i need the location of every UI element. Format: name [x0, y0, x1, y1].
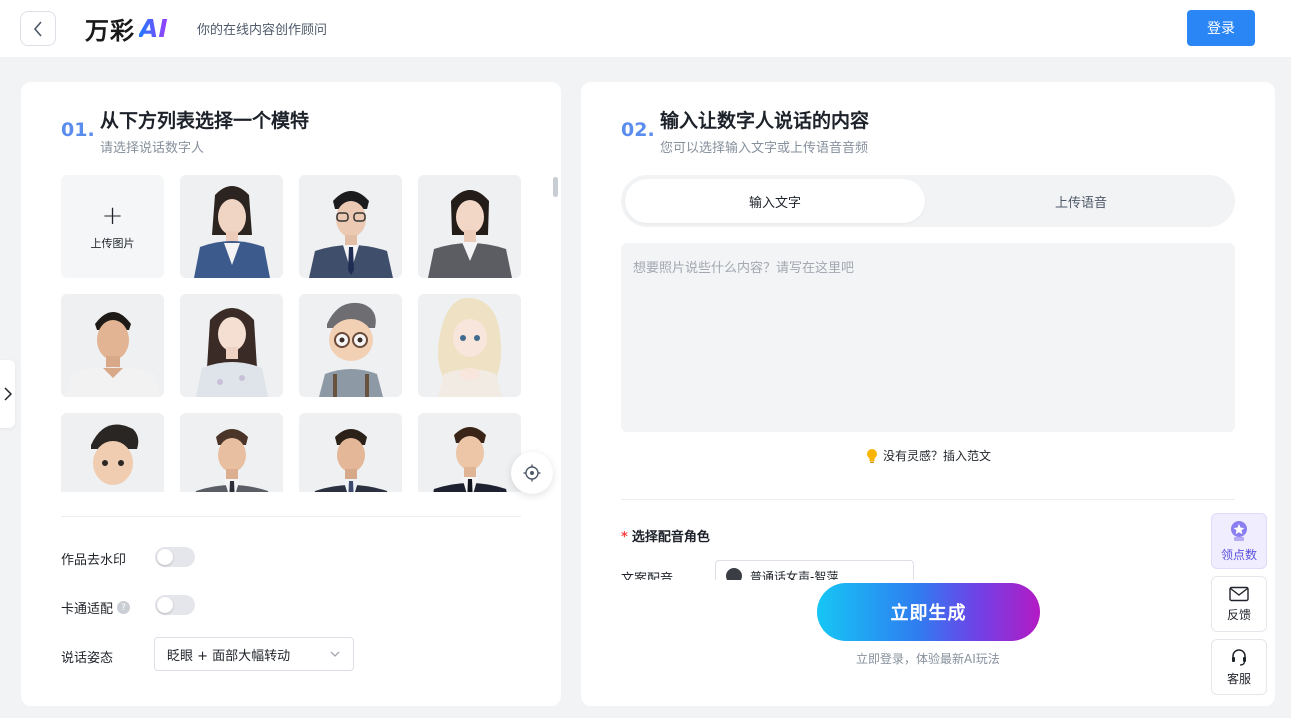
- chevron-left-icon: [33, 20, 42, 37]
- plus-icon: +: [101, 200, 124, 231]
- back-button[interactable]: [20, 11, 56, 46]
- voice-select[interactable]: 普通话女声-智萍: [715, 560, 914, 580]
- crosshair-icon: [523, 464, 541, 482]
- model-tile[interactable]: [299, 294, 402, 397]
- model-tile[interactable]: [180, 294, 283, 397]
- feedback-button[interactable]: 反馈: [1211, 576, 1267, 632]
- model-tile[interactable]: [180, 413, 283, 492]
- generate-button[interactable]: 立即生成: [817, 583, 1040, 641]
- voice-select-value: 普通话女声-智萍: [750, 570, 839, 580]
- step-number: 02.: [621, 119, 655, 141]
- model-tile[interactable]: [418, 294, 521, 397]
- voice-role-title: 选择配音角色: [631, 530, 710, 545]
- chevron-down-icon: [330, 651, 340, 657]
- logo-text: 万彩: [85, 16, 135, 45]
- model-tile[interactable]: [61, 413, 164, 492]
- login-button[interactable]: 登录: [1187, 10, 1255, 46]
- mail-icon: [1229, 586, 1249, 601]
- help-icon[interactable]: ?: [117, 601, 131, 614]
- model-portrait-icon: [180, 175, 283, 278]
- model-portrait-icon: [299, 413, 402, 492]
- locate-selected-button[interactable]: [511, 452, 553, 494]
- generate-hint: 立即登录，体验最新AI玩法: [856, 652, 1000, 666]
- step-number: 01.: [61, 119, 95, 141]
- customer-service-label: 客服: [1226, 671, 1251, 686]
- voice-avatar: [726, 568, 742, 580]
- model-tile[interactable]: [180, 175, 283, 278]
- pose-label: 说话姿态: [61, 651, 114, 666]
- model-portrait-icon: [418, 413, 521, 492]
- voice-row-label: 文案配音: [621, 572, 674, 580]
- model-portrait-icon: [418, 175, 521, 278]
- get-points-button[interactable]: 领点数: [1211, 513, 1267, 569]
- tab-input-text[interactable]: 输入文字: [625, 179, 925, 223]
- model-grid: + 上传图片: [61, 175, 521, 492]
- brand-slogan: 你的在线内容创作顾问: [197, 23, 328, 38]
- model-tile[interactable]: [299, 413, 402, 492]
- sidebar-expand-toggle[interactable]: [0, 360, 15, 428]
- feedback-label: 反馈: [1226, 607, 1251, 622]
- pose-select[interactable]: 眨眼 + 面部大幅转动: [154, 637, 354, 671]
- cartoon-label: 卡通适配: [61, 602, 114, 617]
- watermark-toggle[interactable]: [155, 547, 195, 567]
- model-portrait-icon: [180, 294, 283, 397]
- get-points-label: 领点数: [1220, 547, 1257, 562]
- step-subtitle: 请选择说话数字人: [100, 141, 205, 156]
- watermark-option: 作品去水印: [61, 549, 126, 568]
- model-tile[interactable]: [418, 175, 521, 278]
- badge-icon: [1231, 520, 1247, 541]
- model-portrait-icon: [61, 413, 164, 492]
- insert-sample-link[interactable]: 没有灵感？插入范文: [865, 447, 991, 464]
- step-title: 输入让数字人说话的内容: [660, 110, 870, 132]
- voice-role-heading: * 选择配音角色: [621, 526, 710, 545]
- model-select-panel: 01. 从下方列表选择一个模特 请选择说话数字人 + 上传图片 作品去水印 卡通…: [21, 82, 561, 706]
- model-portrait-icon: [61, 294, 164, 397]
- lightbulb-icon: [867, 448, 877, 463]
- tab-upload-audio[interactable]: 上传语音: [931, 179, 1231, 223]
- customer-service-button[interactable]: 客服: [1211, 639, 1267, 695]
- headset-icon: [1232, 648, 1246, 666]
- top-header: 万彩 AI 你的在线内容创作顾问 登录: [0, 0, 1291, 57]
- model-portrait-icon: [299, 175, 402, 278]
- logo-ai-mark: AI: [139, 13, 168, 43]
- section-divider: [621, 499, 1235, 500]
- cartoon-option: 卡通适配 ?: [61, 598, 131, 617]
- section-divider: [61, 516, 521, 517]
- model-portrait-icon: [418, 294, 521, 397]
- model-grid-scrollbar[interactable]: [553, 177, 558, 197]
- model-portrait-icon: [299, 294, 402, 397]
- required-mark: *: [621, 530, 628, 545]
- model-portrait-icon: [180, 413, 283, 492]
- model-tile[interactable]: [61, 294, 164, 397]
- insert-sample-text: 没有灵感？插入范文: [883, 449, 992, 463]
- pose-select-value: 眨眼 + 面部大幅转动: [167, 648, 291, 664]
- model-tile[interactable]: [418, 413, 521, 492]
- cartoon-toggle[interactable]: [155, 595, 195, 615]
- brand-logo[interactable]: 万彩 AI: [85, 12, 168, 45]
- speech-text-input[interactable]: [621, 243, 1235, 432]
- step-subtitle: 您可以选择输入文字或上传语音音频: [660, 141, 869, 156]
- upload-image-tile[interactable]: + 上传图片: [61, 175, 164, 278]
- chevron-right-icon: [3, 387, 12, 401]
- content-input-panel: 02. 输入让数字人说话的内容 您可以选择输入文字或上传语音音频 输入文字 上传…: [581, 82, 1275, 706]
- pose-option: 说话姿态: [61, 647, 113, 666]
- watermark-label: 作品去水印: [61, 553, 127, 568]
- input-mode-tabs: 输入文字 上传语音: [621, 175, 1235, 227]
- upload-image-label: 上传图片: [90, 236, 135, 250]
- step-title: 从下方列表选择一个模特: [100, 110, 310, 132]
- model-tile[interactable]: [299, 175, 402, 278]
